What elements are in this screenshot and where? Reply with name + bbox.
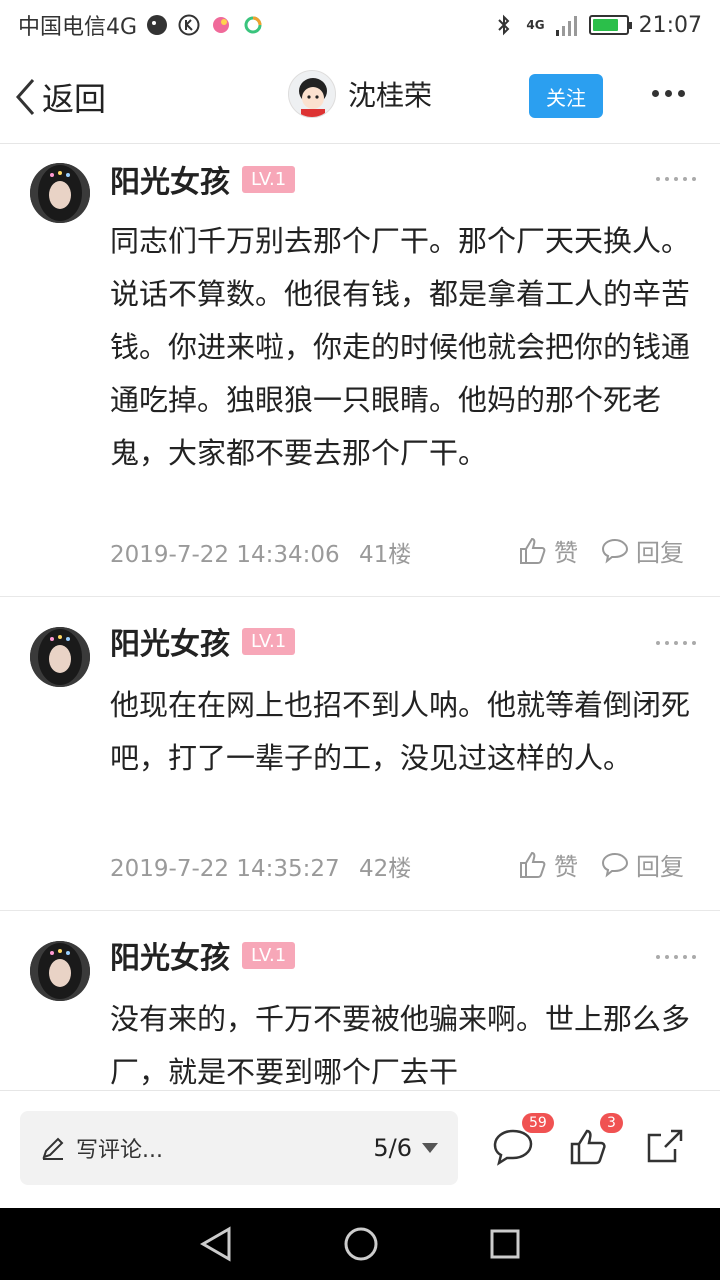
comment-timestamp: 2019-7-22 14:35:27 bbox=[110, 856, 340, 882]
thumbs-up-icon bbox=[520, 537, 546, 564]
more-options-button[interactable] bbox=[652, 90, 685, 97]
dot bbox=[683, 641, 687, 645]
reply-label: 回复 bbox=[636, 539, 684, 567]
like-post-button[interactable]: 3 bbox=[568, 1113, 623, 1169]
comment-meta: 2019-7-22 14:35:27 42楼 bbox=[110, 849, 411, 883]
comment-bubble-icon bbox=[601, 538, 629, 563]
app-notification-icon bbox=[145, 13, 169, 37]
comment-more-button[interactable] bbox=[656, 641, 696, 645]
floor-number: 41楼 bbox=[358, 542, 412, 568]
author-avatar[interactable] bbox=[288, 70, 336, 118]
comment-more-button[interactable] bbox=[656, 955, 696, 959]
comment-placeholder: 写评论... bbox=[76, 1138, 163, 1163]
share-icon bbox=[647, 1129, 683, 1163]
page-header: 返回 沈桂荣 关注 bbox=[0, 50, 720, 144]
carrier-label: 中国电信4G bbox=[18, 15, 138, 40]
thumbs-up-icon bbox=[570, 1129, 606, 1165]
share-button[interactable] bbox=[645, 1127, 687, 1169]
network-type: 4G bbox=[526, 18, 545, 32]
nav-home-icon[interactable] bbox=[343, 1226, 379, 1262]
dot bbox=[656, 955, 660, 959]
comment-more-button[interactable] bbox=[656, 177, 696, 181]
dot bbox=[692, 177, 696, 181]
dot bbox=[674, 641, 678, 645]
comment-text: 没有来的，千万不要被他骗来啊。世上那么多厂，就是不要到哪个厂去干 bbox=[110, 1002, 691, 1089]
floor-number: 42楼 bbox=[358, 856, 412, 882]
ring-app-icon bbox=[241, 13, 265, 37]
colorful-app-icon bbox=[209, 13, 233, 37]
system-navigation-bar bbox=[0, 1208, 720, 1280]
page-indicator: 5/6 bbox=[373, 1134, 412, 1162]
back-button[interactable]: 返回 bbox=[14, 74, 106, 120]
battery-icon bbox=[588, 15, 632, 35]
comment-input[interactable]: 写评论... 5/6 bbox=[20, 1111, 458, 1185]
comment-actions: 赞 回复 bbox=[518, 847, 684, 882]
bluetooth-icon bbox=[492, 13, 516, 37]
dot bbox=[656, 641, 660, 645]
comment-meta: 2019-7-22 14:34:06 41楼 bbox=[110, 535, 411, 569]
dot bbox=[665, 177, 669, 181]
follow-button[interactable]: 关注 bbox=[529, 74, 603, 118]
commenter-avatar[interactable] bbox=[30, 941, 90, 1001]
back-label: 返回 bbox=[42, 80, 107, 118]
author-name: 沈桂荣 bbox=[348, 79, 433, 112]
dot bbox=[665, 641, 669, 645]
commenter-name[interactable]: 阳光女孩 bbox=[110, 933, 230, 977]
comment-count-badge: 59 bbox=[522, 1113, 554, 1133]
bottom-action-bar: 写评论... 5/6 59 3 bbox=[0, 1090, 720, 1208]
dot bbox=[652, 90, 659, 97]
page-selector[interactable]: 5/6 bbox=[373, 1134, 438, 1162]
like-count-badge: 3 bbox=[600, 1113, 623, 1133]
reply-button[interactable]: 回复 bbox=[600, 847, 684, 882]
clock: 21:07 bbox=[638, 12, 702, 38]
k-circle-icon bbox=[177, 13, 201, 37]
like-label: 赞 bbox=[554, 853, 578, 881]
dot bbox=[656, 177, 660, 181]
status-bar: 中国电信4G 4G 21:07 bbox=[0, 0, 720, 50]
pencil-icon bbox=[42, 1137, 64, 1160]
level-badge: LV.1 bbox=[242, 165, 296, 193]
thumbs-up-icon bbox=[520, 851, 546, 878]
comment-timestamp: 2019-7-22 14:34:06 bbox=[110, 542, 340, 568]
comment-item: 阳光女孩 LV.1 同志们千万别去那个厂干。那个厂天天换人。说话不算数。他很有钱… bbox=[0, 145, 720, 597]
dot bbox=[674, 177, 678, 181]
comments-button[interactable]: 59 bbox=[492, 1113, 554, 1169]
commenter-avatar[interactable] bbox=[30, 627, 90, 687]
like-button[interactable]: 赞 bbox=[518, 847, 578, 882]
comment-item: 阳光女孩 LV.1 他现在在网上也招不到人呐。他就等着倒闭死吧，打了一辈子的工，… bbox=[0, 597, 720, 911]
dot bbox=[678, 90, 685, 97]
reply-button[interactable]: 回复 bbox=[600, 533, 684, 568]
dot bbox=[665, 955, 669, 959]
comment-text: 同志们千万别去那个厂干。那个厂天天换人。说话不算数。他很有钱，都是拿着工人的辛苦… bbox=[110, 224, 691, 470]
comment-text: 他现在在网上也招不到人呐。他就等着倒闭死吧，打了一辈子的工，没见过这样的人。 bbox=[110, 688, 691, 775]
dot bbox=[692, 955, 696, 959]
dot bbox=[674, 955, 678, 959]
like-label: 赞 bbox=[554, 539, 578, 567]
comment-bubble-icon bbox=[493, 1129, 533, 1166]
back-chevron-icon bbox=[15, 79, 35, 115]
signal-bars-icon bbox=[555, 13, 579, 37]
comment-item: 阳光女孩 LV.1 没有来的，千万不要被他骗来啊。世上那么多厂，就是不要到哪个厂… bbox=[0, 911, 720, 1090]
dot bbox=[683, 955, 687, 959]
commenter-name-row: 阳光女孩 LV.1 bbox=[110, 619, 296, 663]
reply-label: 回复 bbox=[636, 853, 684, 881]
dot bbox=[692, 641, 696, 645]
commenter-name-row: 阳光女孩 LV.1 bbox=[110, 157, 296, 201]
level-badge: LV.1 bbox=[242, 941, 296, 969]
post-author[interactable]: 沈桂荣 bbox=[288, 70, 432, 118]
comment-bubble-icon bbox=[601, 852, 629, 877]
nav-back-icon[interactable] bbox=[199, 1226, 233, 1262]
commenter-avatar[interactable] bbox=[30, 163, 90, 223]
comment-actions: 赞 回复 bbox=[518, 533, 684, 568]
dot bbox=[665, 90, 672, 97]
commenter-name-row: 阳光女孩 LV.1 bbox=[110, 933, 296, 977]
commenter-name[interactable]: 阳光女孩 bbox=[110, 619, 230, 663]
level-badge: LV.1 bbox=[242, 627, 296, 655]
dot bbox=[683, 177, 687, 181]
like-button[interactable]: 赞 bbox=[518, 533, 578, 568]
nav-recents-icon[interactable] bbox=[489, 1228, 521, 1260]
commenter-name[interactable]: 阳光女孩 bbox=[110, 157, 230, 201]
caret-down-icon bbox=[422, 1143, 438, 1153]
